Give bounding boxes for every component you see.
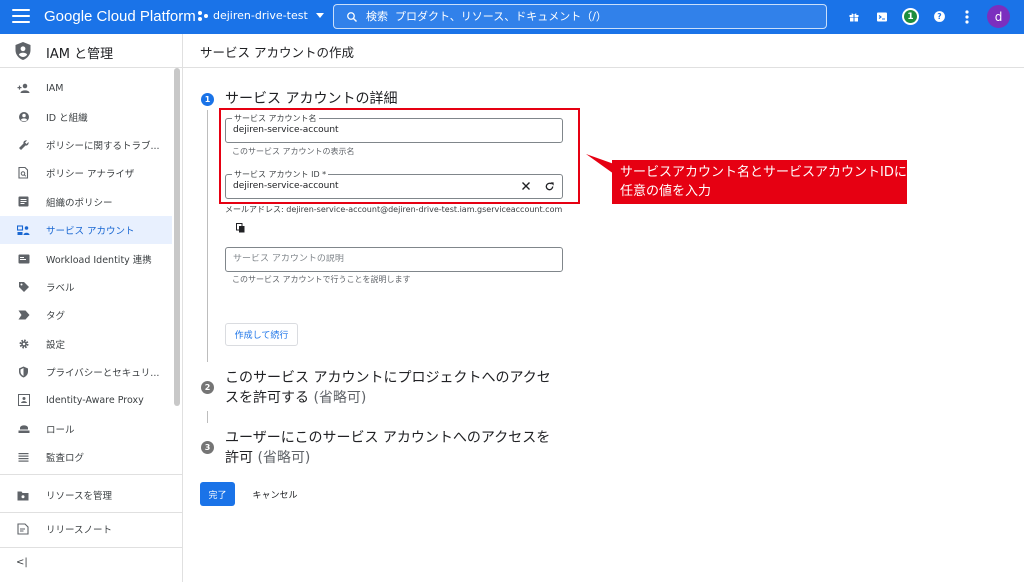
annotation-line-2: 任意の値を入力 — [620, 184, 712, 199]
create-and-continue-button[interactable]: 作成して続行 — [225, 323, 298, 346]
step-1-title: サービス アカウントの詳細 — [225, 91, 398, 107]
service-account-description-field[interactable] — [225, 247, 563, 272]
gift-icon[interactable] — [846, 9, 862, 25]
description-hint: このサービス アカウントで行うことを説明します — [232, 275, 411, 284]
search-icon — [347, 11, 357, 22]
more-vert-icon[interactable] — [959, 9, 975, 25]
step-2-indicator: 2 — [201, 381, 214, 394]
chevron-down-icon — [315, 13, 324, 18]
svg-text:?: ? — [937, 12, 941, 21]
header-divider — [183, 67, 1024, 68]
sidebar-item-org-policies[interactable]: 組織のポリシー — [0, 188, 172, 216]
help-icon[interactable]: ? — [931, 9, 947, 25]
person-add-icon — [17, 82, 30, 95]
sidebar-divider — [0, 474, 182, 475]
top-app-bar: Google Cloud Platform dejiren-drive-test… — [0, 0, 1024, 34]
project-selector[interactable]: dejiren-drive-test — [198, 9, 324, 22]
sidebar-title: IAM と管理 — [46, 47, 114, 62]
release-notes-link[interactable]: リリースノート — [0, 514, 182, 544]
step-3-indicator: 3 — [201, 441, 214, 454]
annotation-highlight-box — [219, 108, 580, 204]
document-search-icon — [17, 167, 30, 180]
cancel-button[interactable]: キャンセル — [244, 482, 306, 506]
wrench-icon — [17, 138, 30, 151]
sidebar-item-policy-troubleshooter[interactable]: ポリシーに関するトラブ... — [0, 131, 172, 159]
sidebar: IAM と管理 IAM ID と組織 ポリシーに関するトラブ... ポリシー ア… — [0, 34, 183, 582]
optional-tag: (省略可) — [257, 450, 311, 466]
tag-icon — [17, 309, 30, 322]
annotation-callout: サービスアカウント名とサービスアカウントIDに 任意の値を入力 — [612, 160, 907, 204]
optional-tag: (省略可) — [313, 390, 367, 406]
folder-settings-icon — [17, 491, 29, 500]
project-icon — [198, 10, 208, 21]
sidebar-item-policy-analyzer[interactable]: ポリシー アナライザ — [0, 159, 172, 187]
collapse-sidebar-button[interactable]: <| — [16, 557, 28, 568]
gear-icon — [17, 337, 30, 350]
done-button[interactable]: 完了 — [200, 482, 235, 506]
email-address-text: メールアドレス: dejiren-service-account@dejiren… — [225, 205, 563, 214]
step-2-title: このサービス アカウントにプロジェクトへのアクセ スを許可する (省略可) — [225, 370, 551, 406]
sidebar-item-labels[interactable]: ラベル — [0, 273, 172, 301]
menu-icon[interactable] — [12, 9, 30, 25]
service-account-icon — [17, 224, 30, 237]
step-3-title: ユーザーにこのサービス アカウントへのアクセスを 許可 (省略可) — [225, 430, 551, 466]
release-notes-icon — [17, 523, 29, 535]
notification-badge[interactable]: 1 — [902, 8, 919, 25]
step-connector — [207, 411, 208, 423]
sidebar-item-roles[interactable]: ロール — [0, 415, 172, 443]
step-1-indicator: 1 — [201, 93, 214, 106]
sidebar-header: IAM と管理 — [0, 34, 182, 68]
sidebar-nav: IAM ID と組織 ポリシーに関するトラブ... ポリシー アナライザ 組織の… — [0, 74, 172, 471]
sidebar-item-settings[interactable]: 設定 — [0, 330, 172, 358]
sidebar-item-identity-aware-proxy[interactable]: Identity-Aware Proxy — [0, 386, 172, 414]
list-box-icon — [17, 195, 30, 208]
role-icon — [17, 422, 30, 435]
sidebar-item-audit-logs[interactable]: 監査ログ — [0, 443, 172, 471]
search-input[interactable] — [366, 10, 806, 23]
sidebar-item-workload-identity[interactable]: Workload Identity 連携 — [0, 244, 172, 272]
page-title: サービス アカウントの作成 — [200, 45, 354, 60]
sidebar-item-tags[interactable]: タグ — [0, 301, 172, 329]
annotation-arrow — [586, 154, 614, 174]
sidebar-item-service-accounts[interactable]: サービス アカウント — [0, 215, 172, 245]
sidebar-item-privacy-security[interactable]: プライバシーとセキュリ... — [0, 358, 172, 386]
sidebar-scrollbar[interactable] — [174, 68, 180, 406]
cloud-shell-icon[interactable] — [874, 9, 890, 25]
avatar[interactable]: d — [987, 5, 1010, 28]
id-card-icon — [17, 252, 30, 265]
account-circle-icon — [17, 110, 30, 123]
sidebar-divider — [0, 512, 182, 513]
service-account-description-input[interactable] — [233, 254, 513, 264]
copy-icon[interactable] — [233, 221, 247, 235]
brand-title[interactable]: Google Cloud Platform — [44, 8, 196, 25]
search-bar[interactable] — [333, 4, 827, 29]
sidebar-divider — [0, 547, 182, 548]
sidebar-item-iam[interactable]: IAM — [0, 74, 172, 102]
list-icon — [17, 451, 30, 464]
manage-resources-link[interactable]: リソースを管理 — [0, 480, 182, 510]
shield-icon — [17, 366, 30, 379]
annotation-line-1: サービスアカウント名とサービスアカウントIDに — [620, 165, 907, 180]
step-connector — [207, 110, 208, 362]
sidebar-item-id-org[interactable]: ID と組織 — [0, 102, 172, 130]
label-icon — [17, 280, 30, 293]
shield-icon — [15, 42, 31, 60]
project-name: dejiren-drive-test — [213, 9, 308, 22]
proxy-icon — [17, 394, 30, 407]
